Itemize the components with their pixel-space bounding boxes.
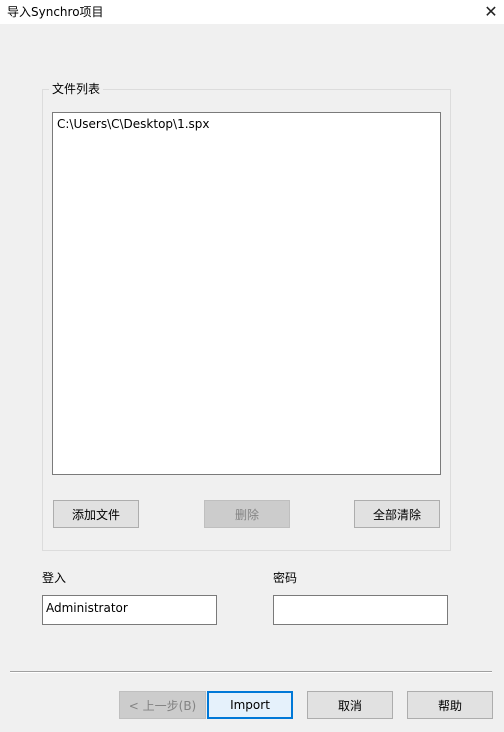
clear-all-button[interactable]: 全部清除 — [354, 500, 440, 528]
footer-separator — [10, 671, 492, 673]
file-list-box[interactable]: C:\Users\C\Desktop\1.spx — [52, 112, 441, 475]
delete-button[interactable]: 删除 — [204, 500, 290, 528]
add-file-button[interactable]: 添加文件 — [53, 500, 139, 528]
help-button[interactable]: 帮助 — [407, 691, 493, 719]
file-list-legend: 文件列表 — [49, 81, 104, 97]
login-label: 登入 — [42, 571, 67, 585]
login-field[interactable]: Administrator — [42, 595, 217, 625]
back-button[interactable]: < 上一步(B) — [119, 691, 206, 719]
window-title: 导入Synchro项目 — [7, 5, 104, 19]
password-field[interactable] — [273, 595, 448, 625]
list-item[interactable]: C:\Users\C\Desktop\1.spx — [57, 116, 209, 132]
import-button[interactable]: Import — [207, 691, 293, 719]
close-icon[interactable]: ✕ — [479, 0, 503, 24]
password-label: 密码 — [273, 571, 298, 585]
cancel-button[interactable]: 取消 — [307, 691, 393, 719]
